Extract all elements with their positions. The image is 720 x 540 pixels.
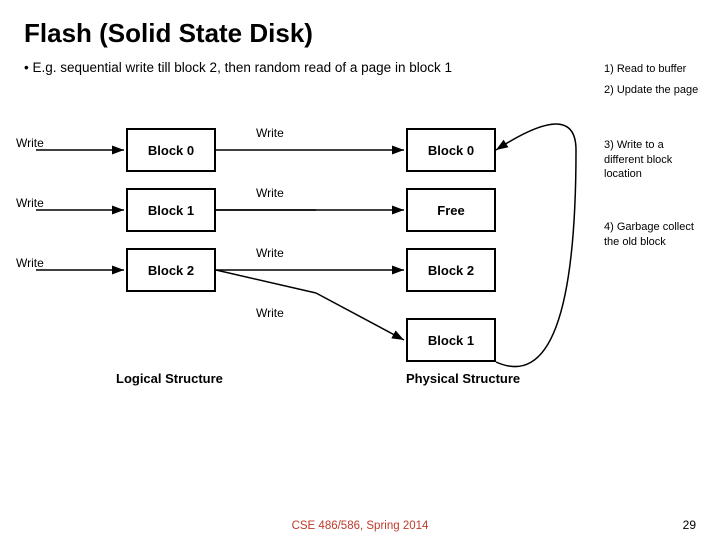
arrows-svg	[16, 118, 716, 438]
physical-structure-label: Physical Structure	[406, 371, 520, 386]
footer-page: 29	[683, 518, 696, 532]
physical-block-1: Block 1	[406, 318, 496, 362]
diagram-container: Write Write Write Write Write Write Writ…	[16, 118, 716, 438]
footer: CSE 486/586, Spring 2014	[0, 520, 720, 532]
write-label-mid-2: Write	[256, 246, 284, 260]
write-label-1: Write	[16, 196, 44, 210]
write-label-mid-3: Write	[256, 306, 284, 320]
annotation-1: 1) Read to buffer	[604, 62, 704, 77]
physical-block-0: Block 0	[406, 128, 496, 172]
write-label-mid-0: Write	[256, 126, 284, 140]
logical-block-1: Block 1	[126, 188, 216, 232]
physical-block-2: Block 2	[406, 248, 496, 292]
write-label-mid-1: Write	[256, 186, 284, 200]
write-label-2: Write	[16, 256, 44, 270]
logical-structure-label: Logical Structure	[116, 371, 223, 386]
footer-course: CSE 486/586, Spring 2014	[292, 520, 429, 532]
page: Flash (Solid State Disk) • E.g. sequenti…	[0, 0, 720, 540]
logical-block-0: Block 0	[126, 128, 216, 172]
physical-free: Free	[406, 188, 496, 232]
page-title: Flash (Solid State Disk)	[24, 18, 696, 49]
write-label-0: Write	[16, 136, 44, 150]
logical-block-2: Block 2	[126, 248, 216, 292]
bullet-text: • E.g. sequential write till block 2, th…	[24, 59, 696, 78]
annotation-2: 2) Update the page	[604, 83, 704, 98]
